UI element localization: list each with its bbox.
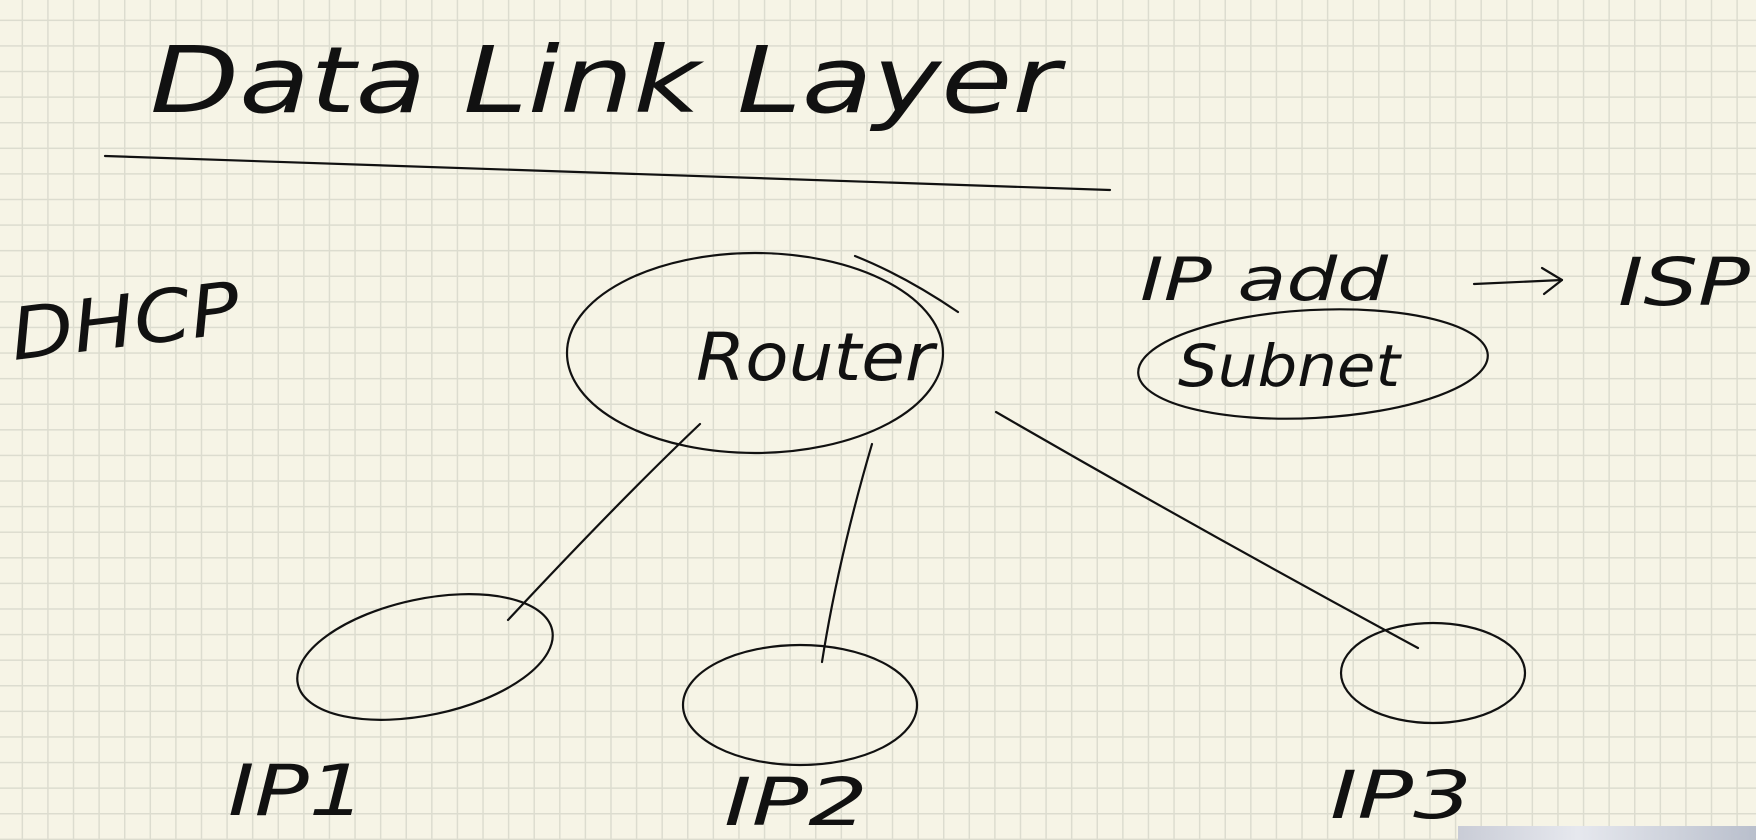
link-router-ip3: [994, 410, 1420, 650]
isp-label: ISP: [1618, 244, 1750, 321]
dhcp-label: DHCP: [6, 265, 245, 376]
network-diagram: Data Link Layer DHCP Router IP add ISP S…: [6, 27, 1750, 840]
host-node-ip3: [1339, 621, 1527, 725]
host-label-ip2: IP2: [724, 764, 868, 840]
whiteboard-canvas: Data Link Layer DHCP Router IP add ISP S…: [0, 0, 1756, 840]
ip-add-label: IP add: [1140, 245, 1389, 315]
host-node-ip1: [296, 593, 554, 721]
host-label-ip3: IP3: [1330, 757, 1472, 834]
diagram-title: Data Link Layer: [150, 27, 1067, 134]
link-router-ip1: [506, 422, 702, 622]
host-node-ip2: [681, 643, 919, 767]
host-label-ip1: IP1: [228, 750, 366, 832]
link-router-ip2: [820, 442, 874, 664]
title-underline: [103, 154, 1112, 192]
video-overlay-strip: [1458, 826, 1756, 840]
subnet-label: Subnet: [1178, 332, 1402, 400]
router-node-overstroke: [853, 254, 960, 314]
router-label: Router: [696, 319, 938, 396]
arrow-line: [1472, 278, 1564, 286]
